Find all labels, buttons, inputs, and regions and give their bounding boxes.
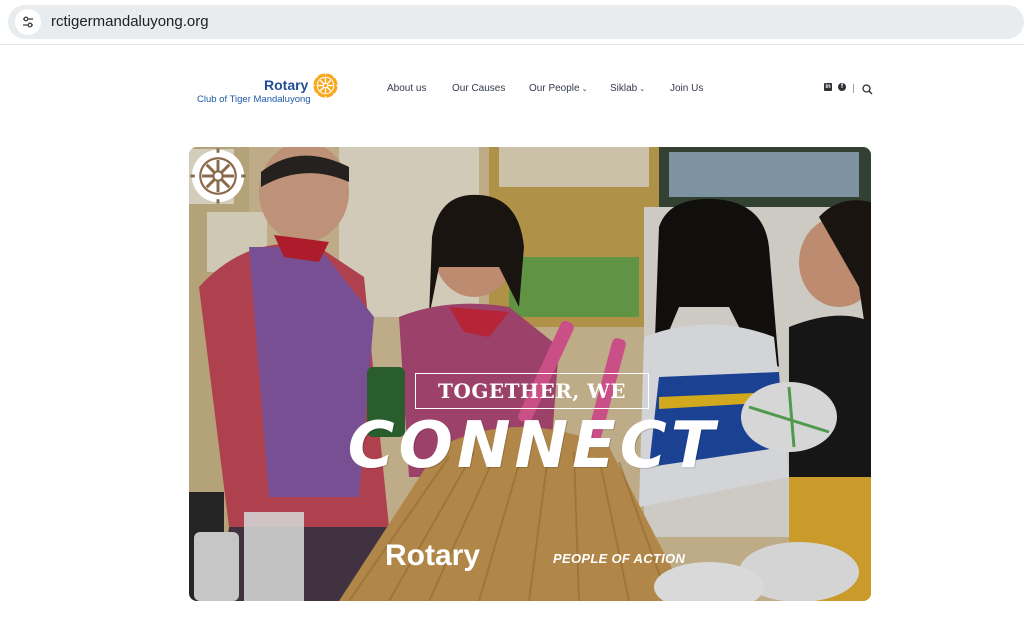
nav-label: Siklab: [610, 83, 638, 94]
nav-join-us[interactable]: Join Us: [670, 83, 703, 94]
nav-label: Our Causes: [452, 83, 506, 94]
facebook-icon[interactable]: f: [838, 83, 846, 91]
hero-tagline-box: TOGETHER, WE: [415, 373, 649, 409]
rotary-wheel-icon: [190, 148, 246, 204]
nav-label: About us: [387, 83, 427, 94]
rotary-wheel-icon: [312, 72, 339, 99]
search-icon[interactable]: [862, 82, 873, 100]
logo-subtitle: Club of Tiger Mandaluyong: [197, 94, 311, 105]
header-divider: [853, 84, 854, 93]
nav-siklab[interactable]: Siklab ⌄: [610, 83, 645, 94]
browser-toolbar: rctigermandaluyong.org: [0, 0, 1024, 45]
logo-brand: Rotary: [264, 77, 309, 93]
site-logo[interactable]: Rotary Club of Tiger Mandaluyong: [196, 70, 346, 108]
address-bar[interactable]: rctigermandaluyong.org: [8, 5, 1024, 39]
hero-banner: TOGETHER, WE CONNECT Rotary PEOPLE OF AC…: [189, 147, 871, 601]
chevron-down-icon: ⌄: [639, 86, 646, 93]
url-text[interactable]: rctigermandaluyong.org: [51, 13, 209, 30]
linkedin-icon[interactable]: in: [824, 83, 832, 91]
nav-about-us[interactable]: About us: [387, 83, 426, 94]
chevron-down-icon: ⌄: [581, 86, 588, 93]
hero-headline: CONNECT: [347, 409, 719, 483]
nav-label: Join Us: [670, 83, 704, 94]
hero-tagline: TOGETHER, WE: [438, 379, 626, 403]
nav-label: Our People: [529, 83, 580, 94]
hero-brand: Rotary: [385, 539, 481, 572]
hero-brand-tagline: PEOPLE OF ACTION: [553, 551, 686, 566]
nav-our-causes[interactable]: Our Causes: [452, 83, 505, 94]
site-info-icon[interactable]: [15, 9, 41, 35]
nav-our-people[interactable]: Our People ⌄: [529, 83, 587, 94]
